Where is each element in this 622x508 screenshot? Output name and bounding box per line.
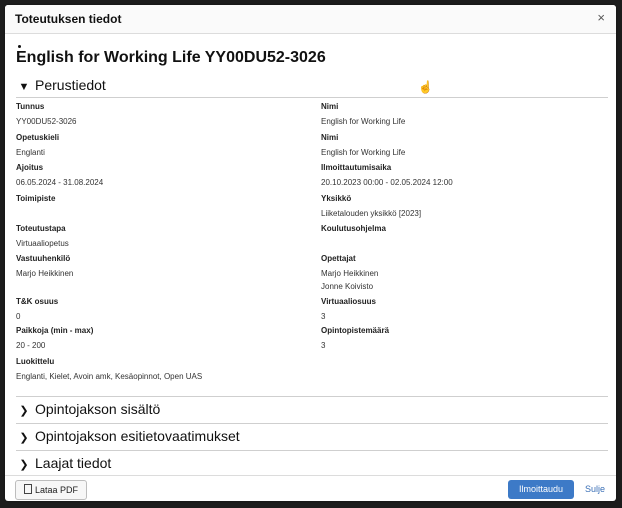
field-opettajat: Opettajat Marjo Heikkinen Jonne Koivisto (321, 254, 378, 295)
course-title: English for Working Life YY00DU52-3026 (16, 49, 326, 66)
section-course-content[interactable]: ❯ Opintojakson sisältö (16, 401, 608, 423)
download-pdf-button[interactable]: Lataa PDF (15, 480, 88, 500)
field-luokittelu: Luokittelu Englanti, Kielet, Avoin amk, … (16, 357, 202, 382)
field-label: Ilmoittautumisaika (321, 163, 392, 172)
field-label: Tunnus (16, 102, 45, 111)
field-tk-osuus: T&K osuus 0 (16, 297, 58, 322)
field-value: Englanti (16, 148, 45, 157)
chevron-right-icon: ❯ (19, 405, 29, 417)
field-value: Marjo Heikkinen (16, 269, 74, 278)
field-value: 20 - 200 (16, 341, 46, 350)
field-value: 0 (16, 312, 21, 321)
field-value: YY00DU52-3026 (16, 117, 77, 126)
section-divider (16, 423, 608, 424)
section-label: Opintojakson sisältö (35, 401, 161, 417)
teacher-name: Jonne Koivisto (321, 282, 374, 291)
bullet-dot (18, 45, 21, 48)
section-divider (16, 450, 608, 451)
field-value: 20.10.2023 00:00 - 02.05.2024 12:00 (321, 178, 453, 187)
teacher-name: Marjo Heikkinen (321, 269, 379, 278)
field-ilmoittautumisaika: Ilmoittautumisaika 20.10.2023 00:00 - 02… (321, 163, 453, 188)
dialog-title: Toteutuksen tiedot (15, 12, 122, 26)
field-values: Marjo Heikkinen Jonne Koivisto (321, 269, 378, 292)
field-label: Virtuaaliosuus (321, 297, 376, 306)
field-virtuaaliosuus: Virtuaaliosuus 3 (321, 297, 376, 322)
field-paikkoja: Paikkoja (min - max) 20 - 200 (16, 326, 93, 351)
hand-cursor-icon: ☝ (418, 80, 433, 94)
field-label: Vastuuhenkilö (16, 254, 71, 263)
field-label: Toimipiste (16, 194, 56, 203)
download-pdf-label: Lataa PDF (35, 485, 79, 495)
field-value: 3 (321, 312, 326, 321)
field-label: Opettajat (321, 254, 356, 263)
field-vastuuhenkilo: Vastuuhenkilö Marjo Heikkinen (16, 254, 73, 279)
field-label: Luokittelu (16, 357, 55, 366)
signup-button[interactable]: Ilmoittaudu (508, 480, 574, 499)
field-value: English for Working Life (321, 117, 406, 126)
footer-divider (5, 475, 616, 476)
section-extended-info[interactable]: ❯ Laajat tiedot (16, 455, 608, 477)
section-label: Perustiedot (35, 77, 106, 93)
section-divider (16, 396, 608, 397)
field-label: Yksikkö (321, 194, 352, 203)
field-nimi-2: Nimi English for Working Life (321, 133, 405, 158)
field-koulutusohjelma: Koulutusohjelma (321, 224, 386, 239)
chevron-down-icon: ▼ (18, 81, 30, 93)
section-basic-info[interactable]: ▼ Perustiedot (16, 77, 608, 99)
section-label: Laajat tiedot (35, 455, 112, 471)
field-label: Toteutustapa (16, 224, 66, 233)
pdf-icon (24, 484, 32, 494)
field-toimipiste: Toimipiste (16, 194, 55, 209)
section-label: Opintojakson esitietovaatimukset (35, 428, 240, 444)
field-yksikko: Yksikkö Liiketalouden yksikkö [2023] (321, 194, 421, 219)
field-tunnus: Tunnus YY00DU52-3026 (16, 102, 76, 127)
chevron-right-icon: ❯ (19, 432, 29, 444)
field-label: Nimi (321, 133, 339, 142)
field-label: Paikkoja (min - max) (16, 326, 94, 335)
field-toteutustapa: Toteutustapa Virtuaaliopetus (16, 224, 69, 249)
field-value: English for Working Life (321, 148, 406, 157)
field-value: 06.05.2024 - 31.08.2024 (16, 178, 104, 187)
field-ajoitus: Ajoitus 06.05.2024 - 31.08.2024 (16, 163, 103, 188)
dialog-header: Toteutuksen tiedot × (5, 5, 616, 34)
field-label: Opetuskieli (16, 133, 60, 142)
field-value: Englanti, Kielet, Avoin amk, Kesäopinnot… (16, 372, 203, 381)
field-nimi: Nimi English for Working Life (321, 102, 405, 127)
field-opintopistemaara: Opintopistemäärä 3 (321, 326, 389, 351)
field-label: Opintopistemäärä (321, 326, 390, 335)
field-label: Koulutusohjelma (321, 224, 386, 233)
field-label: T&K osuus (16, 297, 59, 306)
course-details-dialog: Toteutuksen tiedot × English for Working… (5, 5, 616, 501)
chevron-right-icon: ❯ (19, 459, 29, 471)
field-label: Nimi (321, 102, 339, 111)
field-value: Liiketalouden yksikkö [2023] (321, 209, 422, 218)
section-prerequisites[interactable]: ❯ Opintojakson esitietovaatimukset (16, 428, 608, 450)
section-divider (16, 97, 608, 98)
field-opetuskieli: Opetuskieli Englanti (16, 133, 59, 158)
close-button[interactable]: Sulje (585, 480, 605, 499)
field-value: Virtuaaliopetus (16, 239, 69, 248)
field-label: Ajoitus (16, 163, 44, 172)
close-icon[interactable]: × (597, 10, 605, 25)
field-value: 3 (321, 341, 326, 350)
